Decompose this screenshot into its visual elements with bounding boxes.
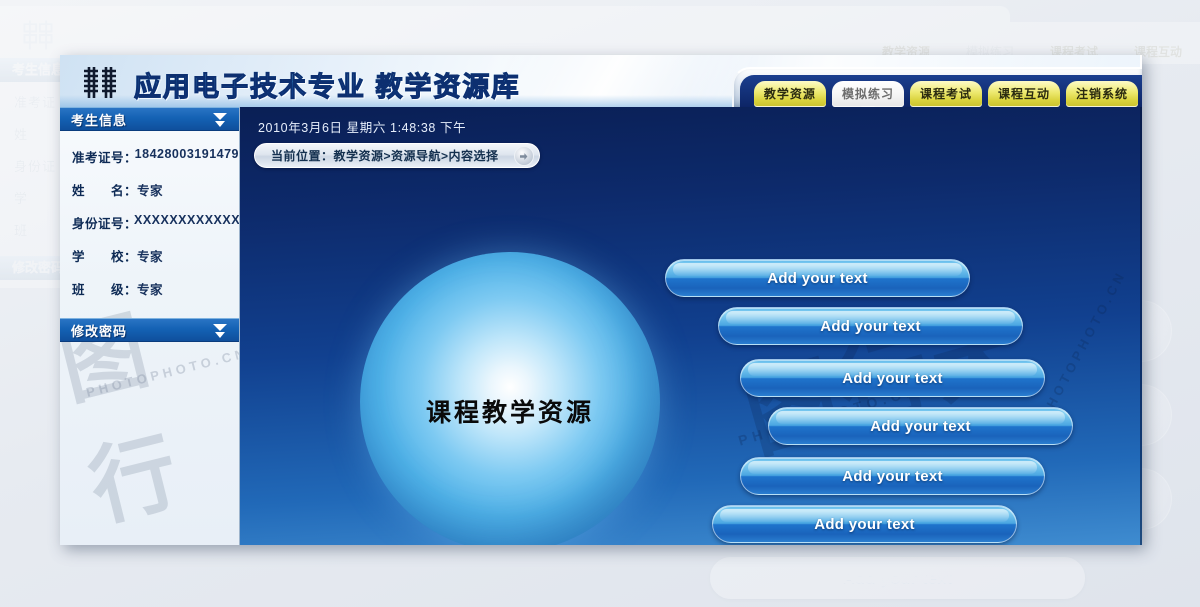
window-body: 图行天 PHOTOPHOTO.CN 考生信息 准考证号： 18428003191… <box>60 107 1142 545</box>
double-chevron-down-icon[interactable] <box>211 110 229 130</box>
tab-logout-system[interactable]: 注销系统 <box>1065 81 1138 107</box>
field-school: 学 校： 专家 <box>60 246 239 279</box>
breadcrumb: 当前位置：教学资源>资源导航>内容选择 <box>254 143 540 168</box>
field-label: 准考证号： <box>72 151 138 165</box>
central-sphere[interactable]: 课程教学资源 <box>360 252 660 545</box>
field-value: 18428003191479 <box>134 147 239 161</box>
backdrop-title: 应用电子技术专业 教学资源库 <box>70 27 444 57</box>
candidate-info-fields: 准考证号： 18428003191479 姓 名： 专家 身份证号： XXXXX… <box>60 131 239 312</box>
sidebar-password-title: 修改密码 <box>71 323 128 339</box>
datetime-display: 2010年3月6日 星期六 1:48:38 下午 <box>258 121 467 135</box>
sidebar: 图行天 PHOTOPHOTO.CN 考生信息 准考证号： 18428003191… <box>60 107 240 545</box>
page-title: 应用电子技术专业 教学资源库 <box>134 65 521 104</box>
resource-pill-1[interactable]: Add your text <box>665 259 970 297</box>
resource-pill-2[interactable]: Add your text <box>718 307 1023 345</box>
sidebar-panel-title: 考生信息 <box>71 112 128 128</box>
nav-tabs: 教学资源 模拟练习 课程考试 课程互动 注销系统 <box>753 81 1138 107</box>
sphere-label: 课程教学资源 <box>425 398 594 427</box>
pill-label: Add your text <box>767 269 868 287</box>
field-id-number: 身份证号： XXXXXXXXXXXXXXX <box>60 213 239 246</box>
backdrop-sidebar-rows: 准考证 姓 身份证 学 班 <box>14 92 56 252</box>
arrow-right-circle-icon[interactable] <box>513 146 534 166</box>
backdrop-logo-icon <box>23 20 53 50</box>
main-window: 应用电子技术专业 教学资源库 教学资源 模拟练习 课程考试 课程互动 注销系统 … <box>60 55 1142 545</box>
resource-pill-3[interactable]: Add your text <box>740 359 1045 397</box>
content-area: 图行天 PHOTOPHOTO.CN PHOTOPHOTO.CN 2010年3月6… <box>240 107 1142 545</box>
backdrop-pill: Add your text <box>710 557 1085 599</box>
pill-label: Add your text <box>820 317 921 335</box>
backdrop-row: 身份证 <box>14 159 57 174</box>
field-value: 专家 <box>137 250 164 264</box>
page-root: 应用电子技术专业 教学资源库 教学资源 模拟练习 课程考试 课程互动 考生信息 … <box>0 0 1200 607</box>
sidebar-watermark-sub: PHOTOPHOTO.CN <box>84 345 240 400</box>
field-class: 班 级： 专家 <box>60 279 239 312</box>
woven-square-logo-icon <box>84 67 116 98</box>
sidebar-panel-header-change-password[interactable]: 修改密码 <box>60 318 239 342</box>
resource-pill-4[interactable]: Add your text <box>768 407 1073 445</box>
breadcrumb-wrapper: 当前位置：教学资源>资源导航>内容选择 <box>254 143 540 168</box>
double-chevron-down-icon[interactable] <box>211 321 229 341</box>
field-label: 姓 名： <box>72 184 138 198</box>
backdrop-row: 班 <box>14 223 29 238</box>
backdrop-row: 学 <box>14 191 29 206</box>
backdrop-row: 姓 <box>14 127 29 142</box>
field-value: XXXXXXXXXXXXXXX <box>134 213 240 227</box>
sidebar-panel-header-candidate-info[interactable]: 考生信息 <box>60 107 239 131</box>
tab-course-exam[interactable]: 课程考试 <box>909 81 982 107</box>
field-label: 班 级： <box>72 283 138 297</box>
top-navbar: 教学资源 模拟练习 课程考试 课程互动 注销系统 <box>732 67 1142 107</box>
field-value: 专家 <box>137 283 164 297</box>
tab-teaching-resources[interactable]: 教学资源 <box>753 81 826 107</box>
tab-mock-practice[interactable]: 模拟练习 <box>831 81 904 107</box>
pill-label: Add your text <box>814 515 915 533</box>
tab-course-interaction[interactable]: 课程互动 <box>987 81 1060 107</box>
content-watermark-side: PHOTOPHOTO.CN <box>1037 267 1129 422</box>
field-exam-number: 准考证号： 18428003191479 <box>60 147 239 180</box>
window-right-border <box>1140 107 1142 545</box>
pill-label: Add your text <box>842 369 943 387</box>
resource-pill-5[interactable]: Add your text <box>740 457 1045 495</box>
backdrop-row: 准考证 <box>14 95 57 110</box>
backdrop-header: 应用电子技术专业 教学资源库 <box>0 6 1010 58</box>
resource-pill-6[interactable]: Add your text <box>712 505 1017 543</box>
pill-label: Add your text <box>870 417 971 435</box>
pill-label: Add your text <box>842 467 943 485</box>
field-label: 学 校： <box>72 250 138 264</box>
field-value: 专家 <box>137 184 164 198</box>
breadcrumb-text: 当前位置：教学资源>资源导航>内容选择 <box>271 149 499 163</box>
field-name: 姓 名： 专家 <box>60 180 239 213</box>
window-header: 应用电子技术专业 教学资源库 教学资源 模拟练习 课程考试 课程互动 注销系统 <box>60 55 1142 107</box>
field-label: 身份证号： <box>72 217 138 231</box>
